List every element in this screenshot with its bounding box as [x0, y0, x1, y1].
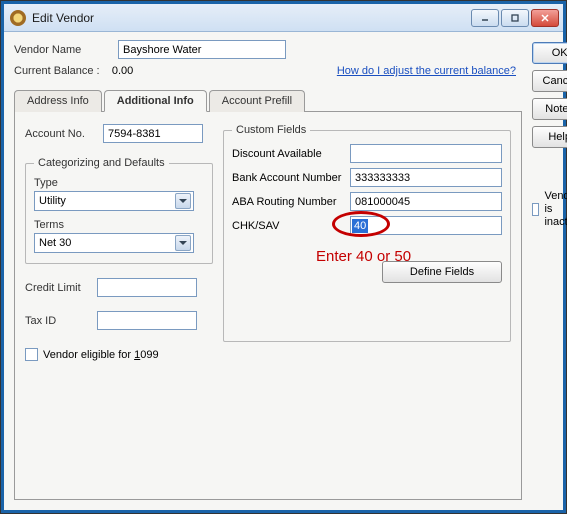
- categorizing-legend: Categorizing and Defaults: [34, 157, 169, 169]
- eligible-1099-label: Vendor eligible for 1099: [43, 349, 159, 361]
- bank-account-label: Bank Account Number: [232, 172, 344, 184]
- tab-address-info[interactable]: Address Info: [14, 90, 102, 112]
- type-label: Type: [34, 177, 204, 189]
- chk-sav-input[interactable]: 40: [350, 216, 502, 235]
- help-button[interactable]: Help: [532, 126, 567, 148]
- custom-fields-fieldset: Custom Fields Discount Available Bank Ac…: [223, 124, 511, 342]
- vendor-name-input[interactable]: [118, 40, 286, 59]
- account-no-label: Account No.: [25, 128, 95, 140]
- vendor-inactive-label: Vendor is inactive: [544, 190, 567, 230]
- tax-id-input[interactable]: [97, 311, 197, 330]
- discount-input[interactable]: [350, 144, 502, 163]
- aba-routing-label: ABA Routing Number: [232, 196, 344, 208]
- categorizing-fieldset: Categorizing and Defaults Type Utility T…: [25, 157, 213, 264]
- eligible-1099-checkbox[interactable]: [25, 348, 38, 361]
- chk-sav-label: CHK/SAV: [232, 220, 344, 232]
- tab-panel-additional: Account No. Categorizing and Defaults Ty…: [14, 112, 522, 500]
- minimize-button[interactable]: [471, 9, 499, 27]
- annotation-text: Enter 40 or 50: [316, 248, 411, 265]
- chevron-down-icon: [175, 193, 191, 209]
- discount-label: Discount Available: [232, 148, 344, 160]
- current-balance-value: 0.00: [112, 65, 133, 77]
- close-button[interactable]: [531, 9, 559, 27]
- cancel-button[interactable]: Cancel: [532, 70, 567, 92]
- vendor-inactive-row: Vendor is inactive: [532, 190, 567, 230]
- vendor-name-label: Vendor Name: [14, 44, 110, 56]
- vendor-inactive-checkbox[interactable]: [532, 203, 539, 216]
- account-no-input[interactable]: [103, 124, 203, 143]
- maximize-button[interactable]: [501, 9, 529, 27]
- current-balance-label: Current Balance :: [14, 65, 100, 77]
- type-value: Utility: [39, 195, 66, 207]
- aba-routing-input[interactable]: [350, 192, 502, 211]
- type-select[interactable]: Utility: [34, 191, 194, 211]
- tab-account-prefill[interactable]: Account Prefill: [209, 90, 305, 112]
- custom-fields-legend: Custom Fields: [232, 124, 310, 136]
- adjust-balance-link[interactable]: How do I adjust the current balance?: [337, 65, 516, 77]
- credit-limit-input[interactable]: [97, 278, 197, 297]
- title-bar: Edit Vendor: [4, 4, 563, 32]
- tabs: Address Info Additional Info Account Pre…: [14, 89, 522, 112]
- chk-sav-value: 40: [352, 219, 368, 233]
- bank-account-input[interactable]: [350, 168, 502, 187]
- terms-label: Terms: [34, 219, 204, 231]
- app-icon: [10, 10, 26, 26]
- window-title: Edit Vendor: [32, 11, 471, 25]
- tax-id-label: Tax ID: [25, 315, 89, 327]
- credit-limit-label: Credit Limit: [25, 282, 89, 294]
- tab-additional-info[interactable]: Additional Info: [104, 90, 207, 112]
- ok-button[interactable]: OK: [532, 42, 567, 64]
- terms-value: Net 30: [39, 237, 71, 249]
- chevron-down-icon: [175, 235, 191, 251]
- notes-button[interactable]: Notes: [532, 98, 567, 120]
- terms-select[interactable]: Net 30: [34, 233, 194, 253]
